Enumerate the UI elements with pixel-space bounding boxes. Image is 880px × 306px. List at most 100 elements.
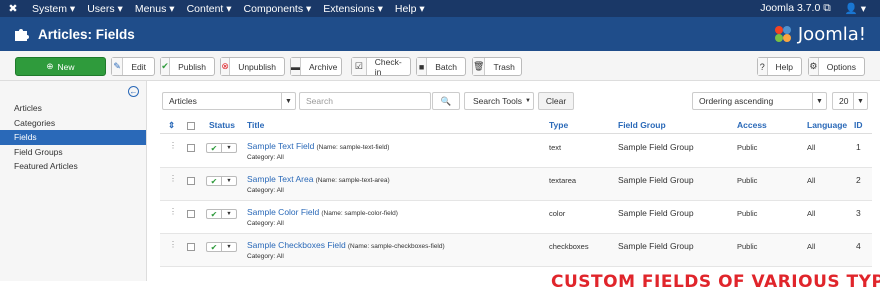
top-navigation: ✖ System ▾ Users ▾ Menus ▾ Content ▾ Com…: [0, 0, 880, 17]
id-cell: 1: [856, 142, 861, 152]
version-label: Joomla 3.7.0: [760, 2, 821, 14]
menu-users[interactable]: Users ▾: [81, 3, 129, 15]
access-cell: Public: [737, 209, 758, 218]
menu-system[interactable]: System ▾: [26, 3, 81, 15]
unpublish-button[interactable]: ⊗ Unpublish: [220, 57, 285, 76]
clear-button[interactable]: Clear: [538, 92, 574, 110]
status-toggle[interactable]: ✔ ▼: [206, 242, 237, 252]
select-all-checkbox[interactable]: [187, 122, 195, 130]
sort-ordering-icon[interactable]: ⇕: [168, 120, 175, 131]
title-cell: Sample Checkboxes Field (Name: sample-ch…: [247, 240, 445, 250]
edit-label: Edit: [131, 61, 146, 72]
sidebar-item-categories[interactable]: Categories: [0, 116, 146, 131]
toolbar: ⊕ New ✎ Edit ✔ Publish ⊗ Unpublish ▬ Archive …: [0, 51, 880, 81]
title-cell: Sample Color Field (Name: sample-color-f…: [247, 207, 398, 217]
group-cell: Sample Field Group: [618, 142, 694, 152]
plus-icon: ⊕: [46, 61, 54, 71]
group-cell: Sample Field Group: [618, 175, 694, 185]
archive-button[interactable]: ▬ Archive: [290, 57, 342, 76]
menu-label: System: [32, 2, 68, 15]
field-name: (Name: sample-text-area): [315, 177, 390, 184]
access-header[interactable]: Access: [737, 120, 767, 130]
limit-value: 20: [839, 96, 849, 106]
sidebar-item-featured-articles[interactable]: Featured Articles: [0, 159, 146, 174]
field-title-link[interactable]: Sample Text Area: [247, 174, 313, 184]
status-toggle[interactable]: ✔ ▼: [206, 143, 237, 153]
field-name: (Name: sample-checkboxes-field): [347, 243, 445, 250]
status-toggle[interactable]: ✔ ▼: [206, 209, 237, 219]
language-cell: All: [807, 242, 816, 251]
new-button[interactable]: ⊕ New: [15, 57, 106, 76]
ordering-select[interactable]: Ordering ascending ▼: [692, 92, 827, 110]
sidebar-menu: Articles Categories Fields Field Groups …: [0, 101, 146, 174]
drag-handle-icon[interactable]: ⋮: [169, 141, 177, 150]
drag-handle-icon[interactable]: ⋮: [169, 240, 177, 249]
field-group-header[interactable]: Field Group: [618, 120, 666, 130]
help-label: Help: [775, 61, 793, 72]
published-check-icon: ✔: [207, 144, 222, 153]
chevron-down-icon: ▼: [853, 93, 867, 109]
row-checkbox[interactable]: [187, 144, 195, 152]
drag-handle-icon[interactable]: ⋮: [169, 207, 177, 216]
field-title-link[interactable]: Sample Text Field: [247, 141, 314, 151]
chevron-down-icon: ▼: [226, 178, 232, 184]
published-check-icon: ✔: [207, 210, 222, 219]
sidebar-item-fields[interactable]: Fields: [0, 130, 146, 145]
edit-button[interactable]: ✎ Edit: [111, 57, 155, 76]
drag-handle-icon[interactable]: ⋮: [169, 174, 177, 183]
collapse-sidebar-icon[interactable]: ←: [128, 86, 139, 97]
context-value: Articles: [169, 96, 197, 106]
row-checkbox[interactable]: [187, 210, 195, 218]
type-header[interactable]: Type: [549, 120, 568, 130]
search-button[interactable]: 🔍: [432, 92, 460, 110]
topnav-right: Joomla 3.7.0 ⧉ 👤 ▾: [760, 2, 880, 15]
status-toggle[interactable]: ✔ ▼: [206, 176, 237, 186]
promo-caption: CUSTOM FIELDS OF VARIOUS TYPES: [551, 272, 880, 292]
limit-select[interactable]: 20 ▼: [832, 92, 868, 110]
language-header[interactable]: Language: [807, 120, 847, 130]
sidebar-item-field-groups[interactable]: Field Groups: [0, 145, 146, 160]
status-header[interactable]: Status: [209, 120, 235, 130]
menu-label: Content: [186, 2, 224, 15]
context-select[interactable]: Articles ▼: [162, 92, 296, 110]
row-checkbox[interactable]: [187, 177, 195, 185]
archive-icon: ▬: [291, 58, 301, 75]
user-icon[interactable]: 👤 ▾: [845, 2, 866, 15]
site-link[interactable]: Joomla 3.7.0 ⧉: [760, 2, 831, 15]
menu-components[interactable]: Components ▾: [238, 3, 318, 15]
table-row: ⋮ ✔ ▼ Sample Checkboxes Field (Name: samp…: [160, 234, 872, 267]
ordering-value: Ordering ascending: [699, 96, 774, 106]
language-cell: All: [807, 209, 816, 218]
checkin-button[interactable]: ☑ Check-in: [351, 56, 411, 77]
field-title-link[interactable]: Sample Checkboxes Field: [247, 240, 346, 250]
table-row: ⋮ ✔ ▼ Sample Text Field (Name: sample-tex…: [160, 135, 872, 168]
joomla-menu-icon[interactable]: ✖: [0, 2, 26, 15]
id-header[interactable]: ID: [854, 120, 863, 130]
menu-menus[interactable]: Menus ▾: [129, 3, 181, 15]
check-icon: ✔: [161, 58, 171, 75]
menu-help[interactable]: Help ▾: [389, 3, 431, 15]
table-row: ⋮ ✔ ▼ Sample Color Field (Name: sample-co…: [160, 201, 872, 234]
trash-button[interactable]: 🗑 Trash: [472, 57, 522, 76]
checkin-label: Check-in: [374, 56, 402, 77]
row-checkbox[interactable]: [187, 243, 195, 251]
menu-content[interactable]: Content ▾: [181, 3, 238, 15]
batch-button[interactable]: ■ Batch: [416, 57, 466, 76]
search-input[interactable]: Search: [299, 92, 431, 110]
group-cell: Sample Field Group: [618, 241, 694, 251]
menu-extensions[interactable]: Extensions ▾: [317, 3, 389, 15]
sidebar-item-articles[interactable]: Articles: [0, 101, 146, 116]
title-header[interactable]: Title: [247, 120, 264, 130]
publish-button[interactable]: ✔ Publish: [160, 57, 215, 76]
category-text: Category: All: [247, 220, 284, 227]
field-title-link[interactable]: Sample Color Field: [247, 207, 319, 217]
help-button[interactable]: ? Help: [757, 57, 802, 76]
chevron-down-icon: ▼: [226, 145, 232, 151]
options-button[interactable]: ⚙ Options: [808, 57, 865, 76]
edit-icon: ✎: [112, 58, 124, 75]
unpublish-icon: ⊗: [221, 58, 231, 75]
new-label: New: [57, 61, 75, 72]
search-tools-button[interactable]: Search Tools ▼: [464, 92, 534, 110]
clear-label: Clear: [545, 96, 567, 106]
chevron-down-icon: ▼: [281, 93, 295, 109]
